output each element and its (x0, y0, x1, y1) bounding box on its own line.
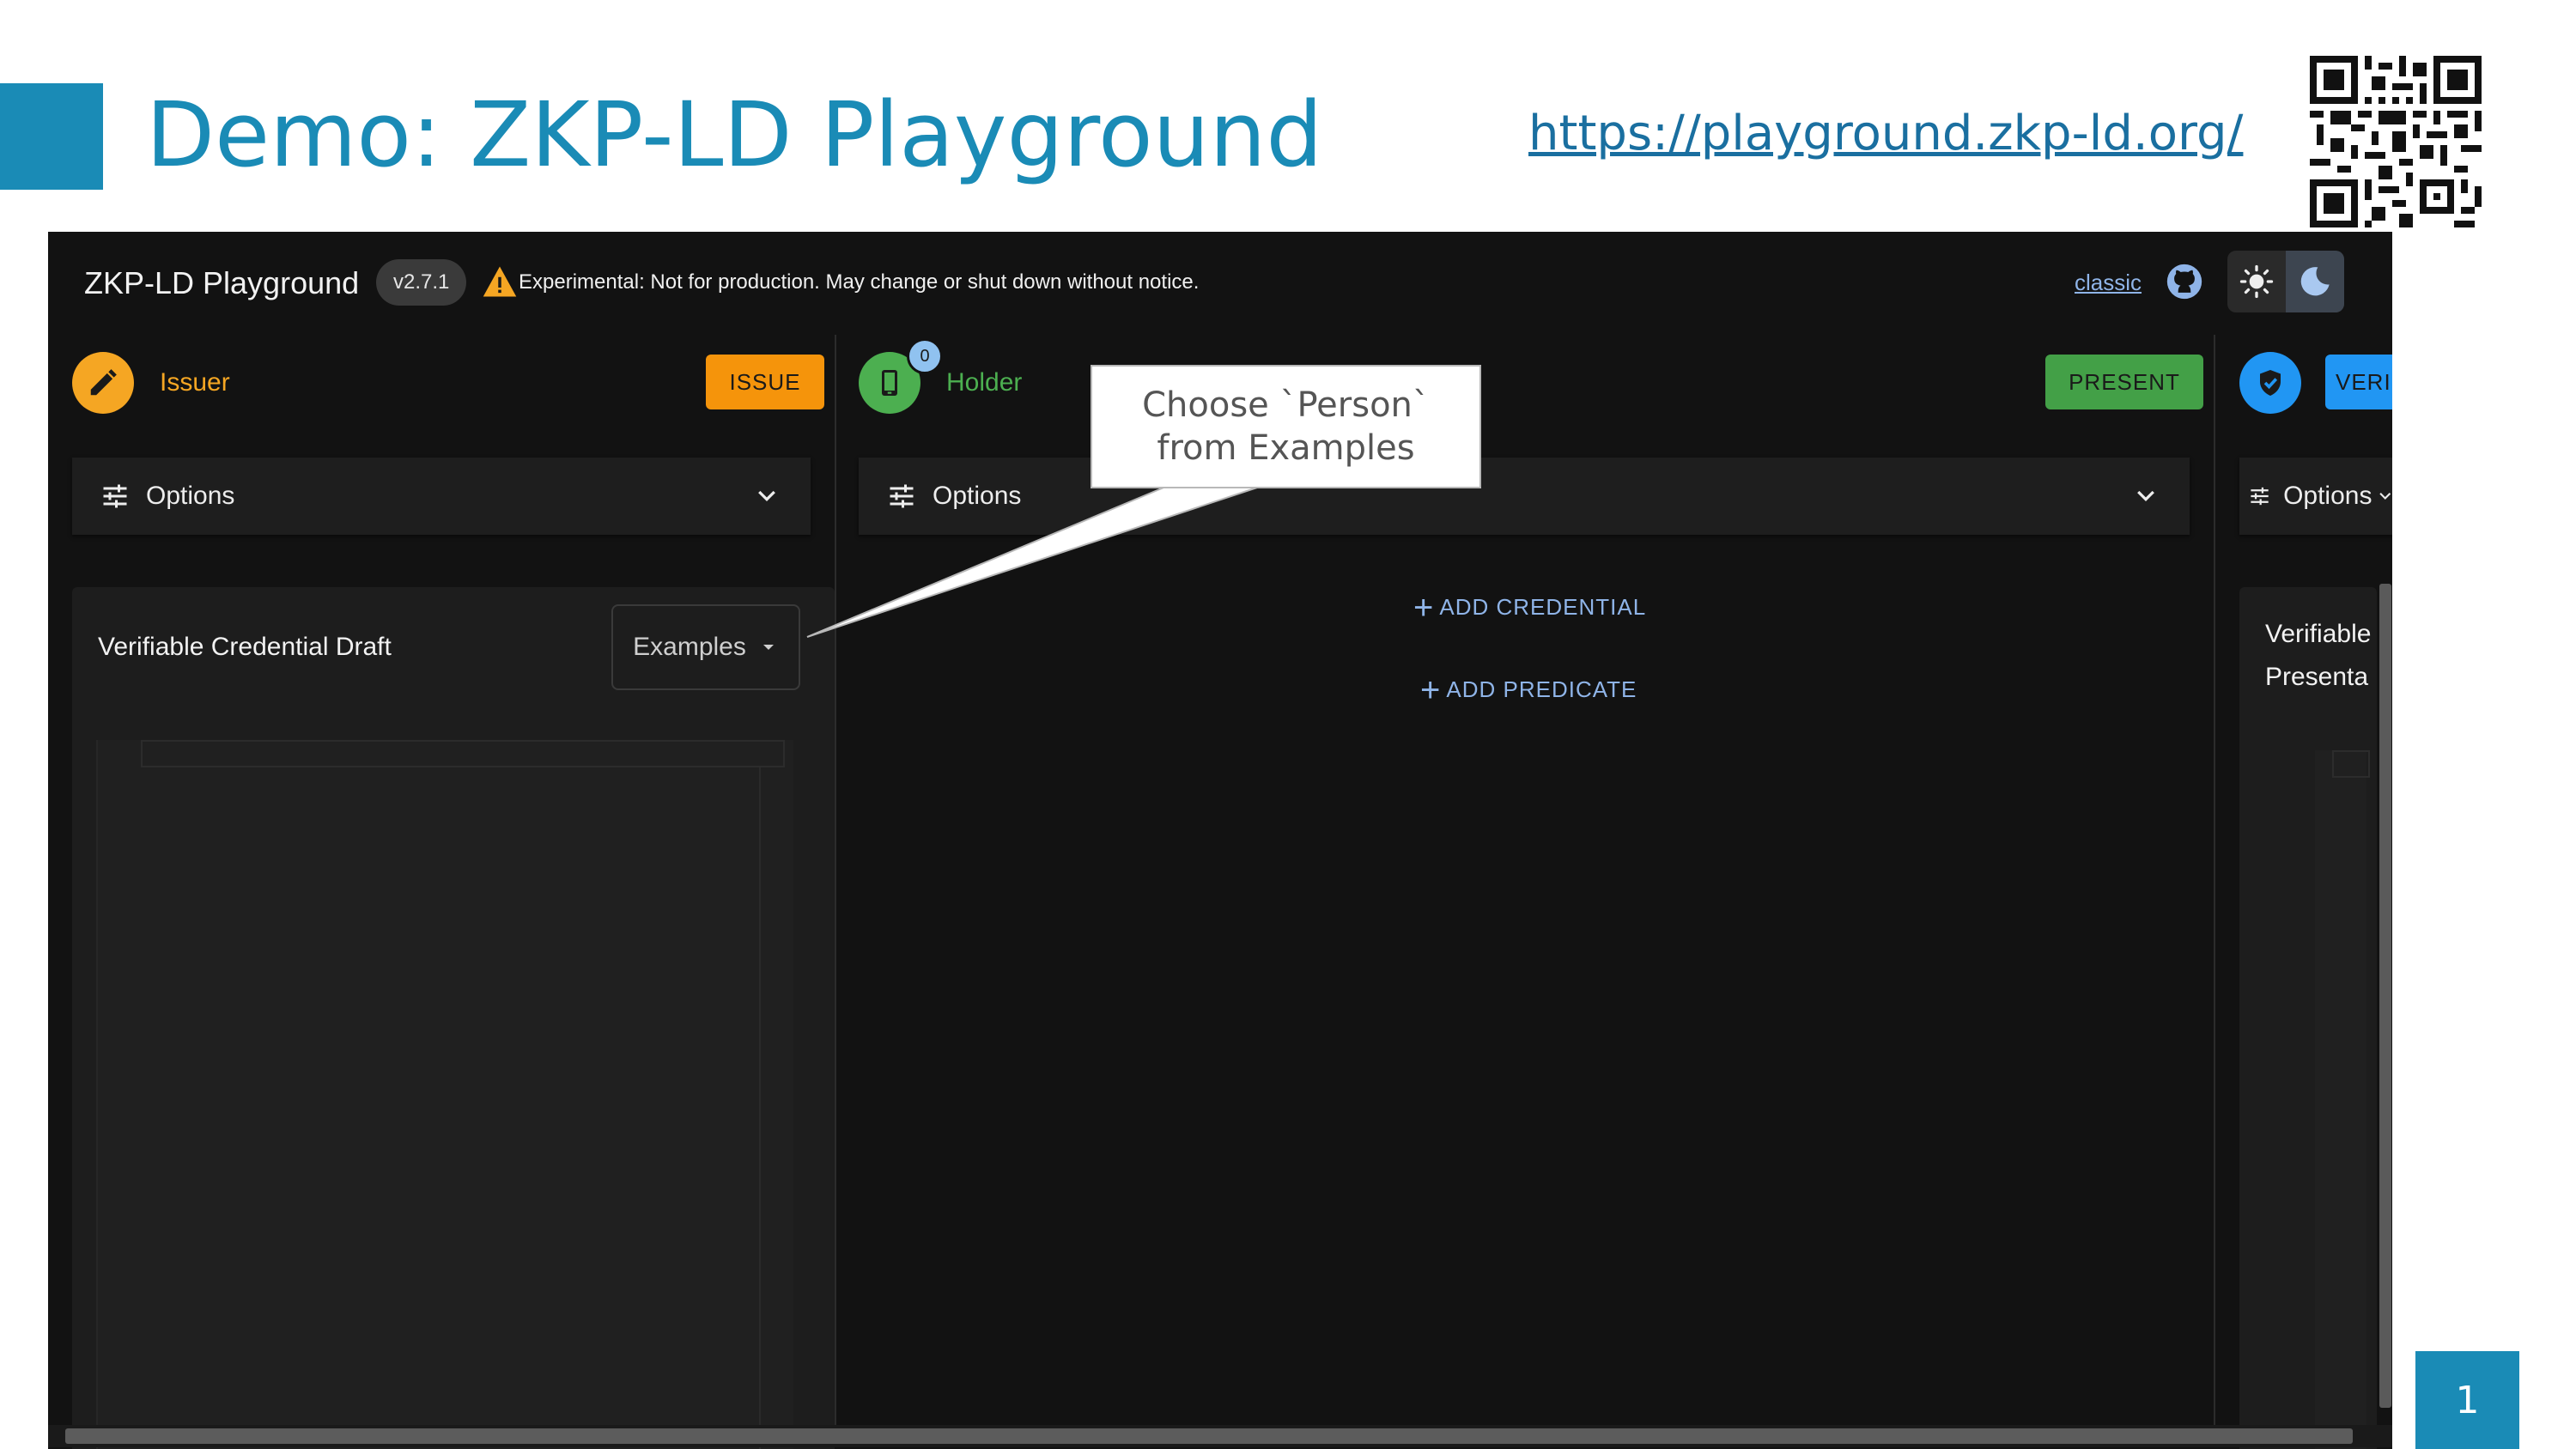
holder-label: Holder (946, 368, 1023, 397)
verifier-options-bar[interactable]: Options (2239, 458, 2392, 535)
tune-icon (890, 484, 914, 508)
verify-button[interactable]: VERIFY (2325, 355, 2392, 409)
verifier-options-label: Options (2283, 482, 2372, 510)
vp-card: Verifiable Presenta (2239, 587, 2377, 1449)
editor-active-line (141, 740, 785, 767)
add-credential-button[interactable]: + ADD CREDENTIAL (1413, 588, 1647, 627)
light-mode-button[interactable] (2227, 251, 2286, 312)
present-button[interactable]: PRESENT (2045, 355, 2203, 409)
vp-json-editor[interactable] (2315, 750, 2366, 1449)
holder-credential-count-badge: 0 (907, 338, 943, 374)
experimental-warning: Experimental: Not for production. May ch… (519, 270, 1200, 294)
add-credential-label: ADD CREDENTIAL (1439, 594, 1647, 620)
vc-draft-card: Verifiable Credential Draft Examples (72, 587, 835, 1449)
vp-title-line1: Verifiable (2265, 620, 2372, 648)
plus-icon: + (1413, 588, 1435, 627)
editor-margin (759, 767, 761, 1449)
add-predicate-label: ADD PREDICATE (1446, 676, 1637, 702)
issuer-options-label: Options (146, 482, 235, 510)
column-divider (2214, 335, 2215, 1434)
pencil-icon (90, 369, 117, 396)
plus-icon: + (1420, 670, 1442, 709)
verifier-avatar (2239, 352, 2301, 414)
qr-code-icon (2310, 56, 2482, 227)
vp-title-line2: Presenta (2265, 663, 2369, 691)
holder-options-label: Options (933, 482, 1022, 510)
version-chip: v2.7.1 (376, 259, 467, 306)
vp-title: Verifiable Presenta (2265, 613, 2377, 699)
add-predicate-button[interactable]: + ADD PREDICATE (1420, 670, 1637, 709)
caret-down-icon (762, 645, 774, 650)
vertical-scrollbar-thumb[interactable] (2379, 584, 2391, 1408)
column-divider (835, 335, 836, 1434)
warning-icon (483, 266, 517, 297)
verified-shield-icon (2260, 370, 2281, 396)
app-title: ZKP-LD Playground (84, 265, 360, 300)
classic-link[interactable]: classic (2075, 268, 2142, 297)
theme-toggle (2227, 251, 2344, 312)
chevron-down-icon (2137, 490, 2154, 502)
vp-editor-active-line (2332, 750, 2370, 778)
issuer-label: Issuer (160, 368, 230, 397)
horizontal-scrollbar-thumb[interactable] (65, 1428, 2353, 1444)
holder-options-bar[interactable]: Options (859, 458, 2190, 535)
chevron-down-icon (758, 490, 775, 502)
issuer-options-bar[interactable]: Options (72, 458, 811, 535)
issue-button[interactable]: ISSUE (706, 355, 824, 409)
playground-url-link[interactable]: https://playground.zkp-ld.org/ (1528, 103, 2243, 165)
page-number: 1 (2415, 1351, 2519, 1449)
callout-line1: Choose `Person` (1142, 385, 1430, 425)
callout-line2: from Examples (1157, 428, 1415, 468)
issuer-avatar (72, 352, 134, 414)
sun-icon (2239, 264, 2274, 299)
examples-label: Examples (633, 633, 746, 661)
github-icon[interactable] (2166, 263, 2203, 300)
slide-title: Demo: ZKP-LD Playground (146, 82, 1323, 187)
tune-icon (103, 484, 127, 508)
moon-icon (2300, 267, 2330, 296)
dark-mode-button[interactable] (2286, 251, 2344, 312)
vc-json-editor[interactable] (96, 740, 793, 1449)
callout-box: Choose `Person` from Examples (1091, 365, 1481, 488)
slide-accent-square (0, 83, 103, 190)
vc-draft-title: Verifiable Credential Draft (98, 633, 392, 661)
examples-dropdown[interactable]: Examples (611, 604, 800, 690)
tune-icon (2251, 487, 2269, 506)
phone-icon (882, 370, 897, 396)
chevron-down-icon (2379, 492, 2391, 500)
